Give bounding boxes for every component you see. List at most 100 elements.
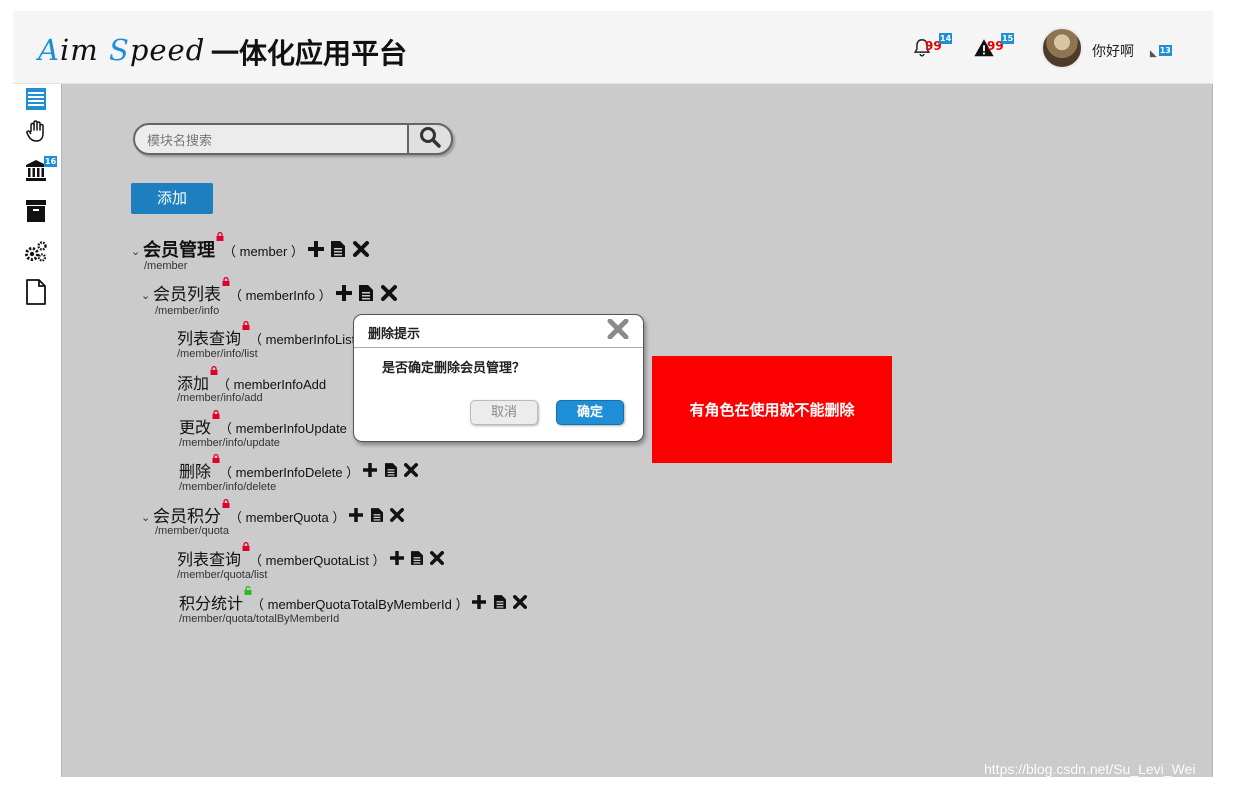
add-icon[interactable] xyxy=(349,508,364,527)
node-name[interactable]: 删除 xyxy=(179,454,220,481)
node-path: /member/info/list xyxy=(177,348,258,360)
lock-icon xyxy=(222,499,230,508)
tree-node-member-info-list: 列表查询（ memberInfoList /member/info/list xyxy=(177,321,356,360)
top-header: Aim Speed 一体化应用平台 99 14 99 15 你好啊 ◣ 13 xyxy=(13,11,1213,84)
sidebar-item-archive[interactable] xyxy=(23,199,49,228)
caret-icon: ◣ xyxy=(1149,48,1157,58)
edit-file-icon[interactable] xyxy=(370,508,383,527)
search-input[interactable] xyxy=(147,130,397,150)
node-code: （ memberInfoUpdate xyxy=(219,421,347,436)
edit-file-icon[interactable] xyxy=(493,595,506,614)
chevron-down-icon[interactable]: ⌄ xyxy=(141,511,153,524)
edit-file-icon[interactable] xyxy=(359,285,374,306)
chevron-down-icon[interactable]: ⌄ xyxy=(131,245,143,258)
tree-node-member-info-add: 添加（ memberInfoAdd /member/info/add xyxy=(177,366,326,404)
search-box xyxy=(133,123,453,155)
user-menu[interactable]: 你好啊 ◣ 13 xyxy=(1092,41,1174,61)
node-path: /member/info/add xyxy=(177,392,263,404)
confirm-button[interactable]: 确定 xyxy=(556,400,624,425)
sidebar-item-hand[interactable] xyxy=(23,119,49,148)
node-name[interactable]: 列表查询 xyxy=(177,542,250,569)
node-code: （ member ） xyxy=(223,244,304,259)
node-code: （ memberQuota ） xyxy=(229,510,346,525)
unlock-icon xyxy=(244,586,252,595)
dialog-close-button[interactable] xyxy=(605,318,631,344)
node-code: （ memberInfo ） xyxy=(229,288,332,303)
delete-icon[interactable] xyxy=(390,508,405,527)
node-path: /member/quota/totalByMemberId xyxy=(179,613,340,625)
lock-icon xyxy=(212,454,220,463)
node-path: /member/quota xyxy=(155,525,229,537)
avatar[interactable] xyxy=(1041,27,1083,69)
node-code: （ memberQuotaList ） xyxy=(249,553,386,568)
node-path: /member/info/update xyxy=(179,437,280,449)
delete-icon[interactable] xyxy=(380,285,397,306)
archive-icon xyxy=(25,199,47,228)
node-name[interactable]: 会员列表 xyxy=(153,277,230,305)
search-icon xyxy=(419,126,441,153)
app-title: 一体化应用平台 xyxy=(211,37,408,70)
node-path: /member/info/delete xyxy=(179,481,277,493)
node-code: （ memberQuotaTotalByMemberId ） xyxy=(251,597,469,612)
add-icon[interactable] xyxy=(335,285,352,306)
node-code: （ memberInfoDelete ） xyxy=(219,465,360,480)
delete-icon[interactable] xyxy=(404,463,419,482)
gears-icon xyxy=(24,240,48,269)
file-icon xyxy=(25,278,47,310)
sidebar-item-settings[interactable] xyxy=(23,240,49,269)
delete-dialog: 删除提示 是否确定删除会员管理？ 取消 确定 xyxy=(353,314,644,442)
edit-file-icon[interactable] xyxy=(384,463,397,482)
edit-file-icon[interactable] xyxy=(411,551,424,570)
lock-icon xyxy=(216,232,224,241)
lock-icon xyxy=(210,366,218,375)
add-icon[interactable] xyxy=(472,595,487,614)
lock-icon xyxy=(242,321,250,330)
add-icon[interactable] xyxy=(363,463,378,482)
delete-icon[interactable] xyxy=(430,551,445,570)
app-window: Aim Speed 一体化应用平台 99 14 99 15 你好啊 ◣ 13 1… xyxy=(13,11,1213,777)
brand-logo[interactable]: Aim Speed xyxy=(38,33,205,67)
tree-node-member-info-delete: 删除（ memberInfoDelete ） /member/info/dele… xyxy=(179,454,421,493)
hand-icon xyxy=(25,119,47,148)
node-path: /member/quota/list xyxy=(177,569,268,581)
list-icon xyxy=(25,87,47,116)
sidebar: 16 xyxy=(13,84,61,777)
annotation-note: 有角色在使用就不能删除 xyxy=(652,356,892,463)
cancel-button[interactable]: 取消 xyxy=(470,400,538,425)
add-icon[interactable] xyxy=(389,551,404,570)
node-path: /member xyxy=(144,260,188,272)
lock-icon xyxy=(222,277,230,286)
dialog-title: 删除提示 xyxy=(368,327,421,342)
sidebar-item-file[interactable] xyxy=(23,278,49,310)
node-name[interactable]: 更改 xyxy=(179,410,220,437)
tree-node-member: ⌄ 会员管理（ member ） /member xyxy=(131,232,372,272)
tree-node-member-quota-list: 列表查询（ memberQuotaList ） /member/quota/li… xyxy=(177,542,447,581)
delete-icon[interactable] xyxy=(352,241,369,262)
tree-node-member-quota-total: 积分统计（ memberQuotaTotalByMemberId ） /memb… xyxy=(179,586,530,625)
search-button[interactable] xyxy=(407,123,453,155)
watermark: https://blog.csdn.net/Su_Levi_Wei xyxy=(984,761,1196,777)
edit-file-icon[interactable] xyxy=(331,241,346,262)
node-name[interactable]: 列表查询 xyxy=(177,321,250,348)
alerts-button[interactable]: 99 15 xyxy=(973,33,1015,67)
node-code: （ memberInfoList xyxy=(249,332,356,347)
sidebar-item-list[interactable] xyxy=(23,87,49,116)
main-content: 添加 ⌄会员管理（ member ） /member ⌄会员列表（ member… xyxy=(61,84,1213,777)
sidebar-item-bank[interactable]: 16 xyxy=(23,156,58,186)
username-label: 你好啊 xyxy=(1092,43,1134,59)
node-name[interactable]: 添加 xyxy=(177,366,218,393)
notification-badge: 14 xyxy=(939,33,953,44)
node-name[interactable]: 会员管理 xyxy=(143,232,224,261)
dialog-message: 是否确定删除会员管理？ xyxy=(382,361,526,376)
user-badge: 13 xyxy=(1158,45,1172,56)
add-icon[interactable] xyxy=(307,241,324,262)
delete-icon[interactable] xyxy=(513,595,528,614)
node-name[interactable]: 会员积分 xyxy=(153,499,230,527)
notifications-button[interactable]: 99 14 xyxy=(911,33,953,67)
lock-icon xyxy=(242,542,250,551)
close-icon xyxy=(607,318,629,344)
bank-badge: 16 xyxy=(44,156,58,167)
chevron-down-icon[interactable]: ⌄ xyxy=(141,289,153,302)
node-name[interactable]: 积分统计 xyxy=(179,586,252,613)
add-button[interactable]: 添加 xyxy=(131,183,213,214)
